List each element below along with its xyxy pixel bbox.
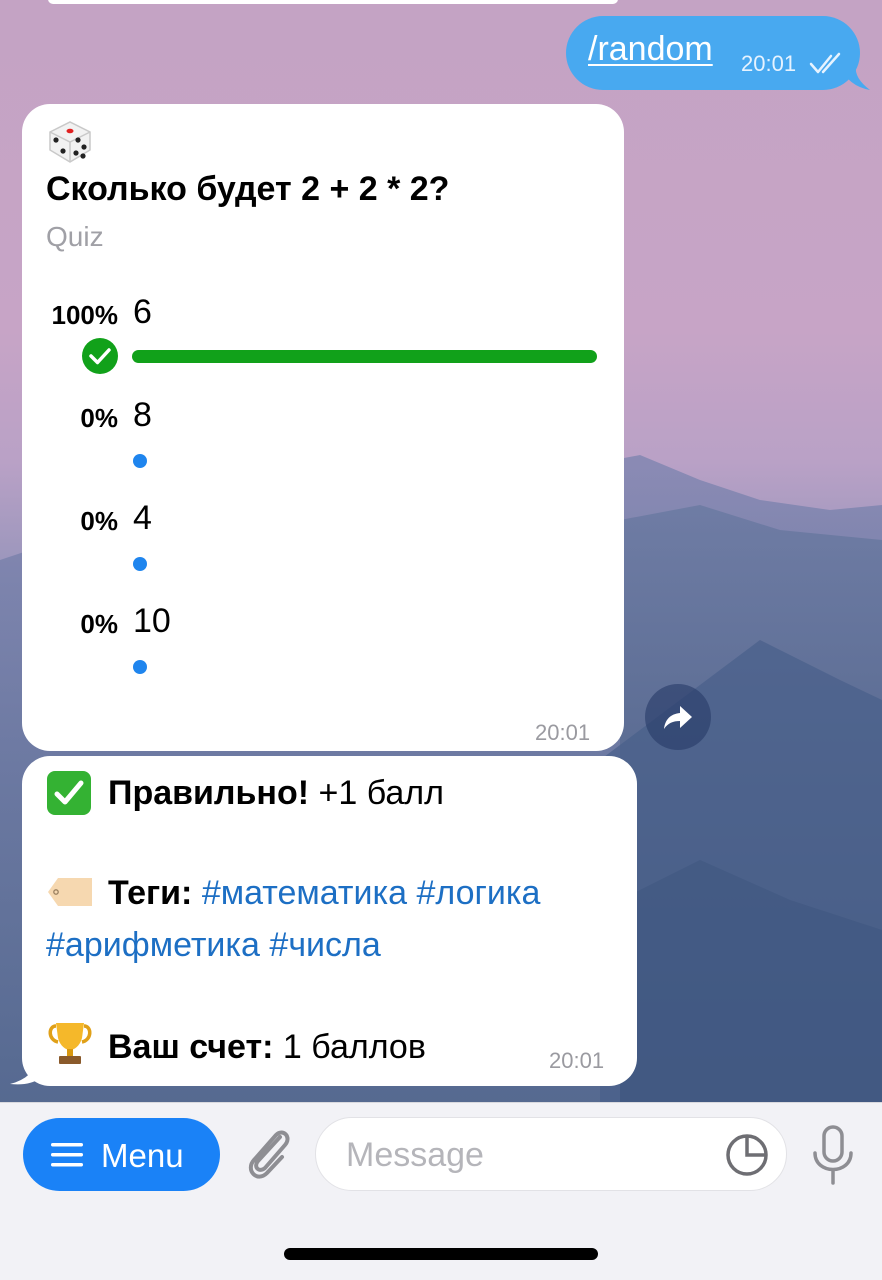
- option-result-dot: [133, 454, 147, 468]
- microphone-icon[interactable]: [810, 1125, 856, 1187]
- hashtag-link[interactable]: #арифметика: [46, 926, 260, 964]
- game-die-icon: [49, 121, 91, 163]
- outgoing-command-link[interactable]: /random: [588, 30, 713, 69]
- result-line: Правильно! +1 балл: [108, 774, 444, 813]
- message-placeholder: Message: [346, 1136, 484, 1174]
- option-text[interactable]: 4: [133, 499, 152, 538]
- message-input[interactable]: Message: [315, 1117, 787, 1191]
- home-indicator: [284, 1248, 598, 1260]
- correct-answer-check-icon: [82, 338, 118, 374]
- menu-label: Menu: [101, 1137, 184, 1174]
- trophy-icon: [48, 1023, 92, 1064]
- tags-line: Теги: #математика #логика: [108, 874, 540, 913]
- option-text[interactable]: 8: [133, 396, 152, 435]
- check-mark-button-icon: [47, 771, 91, 815]
- double-check-icon: [809, 52, 841, 74]
- outgoing-time: 20:01: [741, 51, 797, 76]
- option-text[interactable]: 10: [133, 602, 171, 641]
- result-status: Правильно!: [108, 774, 310, 812]
- option-percent: 0%: [80, 403, 118, 433]
- hashtag-link[interactable]: #числа: [269, 926, 380, 964]
- tags-label: Теги:: [108, 874, 193, 912]
- option-percent: 100%: [51, 300, 119, 330]
- share-button[interactable]: [645, 684, 711, 750]
- hashtag-link[interactable]: #математика: [202, 874, 407, 912]
- hashtag-link[interactable]: #логика: [416, 874, 540, 912]
- previous-bubble-edge: [48, 0, 618, 4]
- score-line: Ваш счет: 1 баллов: [108, 1028, 426, 1067]
- poll-type-label: Quiz: [46, 221, 104, 252]
- result-time: 20:01: [549, 1048, 605, 1073]
- poll-time: 20:01: [535, 720, 591, 745]
- option-percent: 0%: [80, 506, 118, 536]
- hamburger-icon: [51, 1143, 83, 1167]
- option-result-bar: [132, 350, 597, 363]
- result-bubble-tail: [10, 1056, 40, 1085]
- menu-button[interactable]: Menu: [23, 1118, 220, 1191]
- paperclip-icon[interactable]: [240, 1123, 296, 1183]
- quiz-poll-message: Сколько будет 2 + 2 * 2? Quiz 100% 6 0% …: [22, 104, 624, 751]
- option-result-dot: [133, 660, 147, 674]
- share-arrow-icon: [664, 706, 692, 729]
- score-value: 1 баллов: [273, 1028, 426, 1066]
- label-tag-icon: [48, 878, 92, 906]
- result-points: +1 балл: [309, 774, 444, 812]
- option-result-dot: [133, 557, 147, 571]
- outgoing-bubble-tail: [840, 66, 870, 90]
- option-percent: 0%: [80, 609, 118, 639]
- tags-line-2: #арифметика #числа: [46, 926, 381, 965]
- score-label: Ваш счет:: [108, 1028, 274, 1066]
- sticker-icon[interactable]: [724, 1132, 770, 1178]
- result-message: Правильно! +1 балл Теги: #математика #ло…: [22, 756, 637, 1086]
- poll-question: Сколько будет 2 + 2 * 2?: [46, 170, 450, 208]
- option-text[interactable]: 6: [133, 293, 152, 332]
